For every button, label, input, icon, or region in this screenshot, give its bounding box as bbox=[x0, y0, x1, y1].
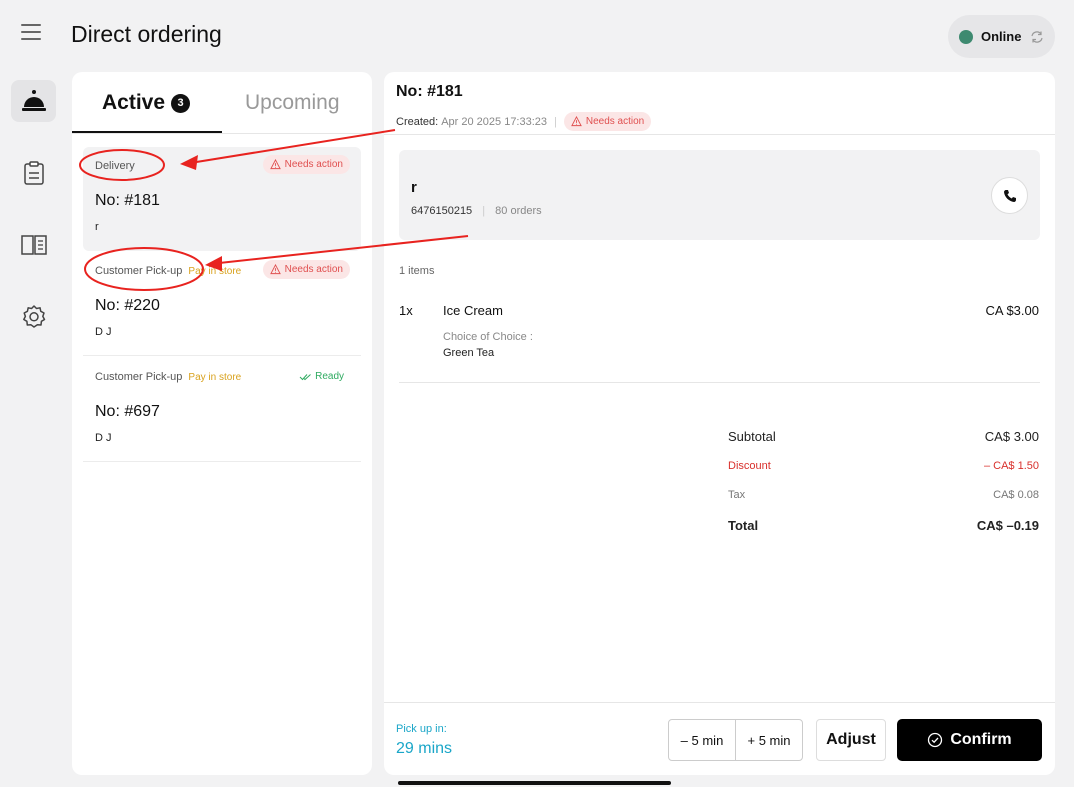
item-count: 1 items bbox=[399, 265, 435, 277]
pickup-time-stepper: – 5 min + 5 min bbox=[668, 719, 803, 761]
order-detail-panel: No: #181 Created: Apr 20 2025 17:33:23 |… bbox=[384, 72, 1055, 775]
gear-icon bbox=[22, 305, 45, 328]
call-customer-button[interactable] bbox=[991, 177, 1028, 214]
status-label: Online bbox=[981, 29, 1022, 44]
ready-badge: Ready bbox=[299, 371, 344, 382]
order-type-label: Customer Pick-up bbox=[95, 265, 183, 277]
divider bbox=[384, 134, 1055, 135]
order-tabs: Active 3 Upcoming bbox=[72, 72, 372, 134]
tab-active-label: Active bbox=[102, 91, 166, 114]
menu-book-icon bbox=[20, 235, 47, 255]
pickup-label: Pick up in: bbox=[396, 723, 447, 735]
pickup-time: 29 mins bbox=[396, 740, 453, 757]
order-type: Customer Pick-up Pay in store bbox=[95, 371, 241, 383]
bell-icon bbox=[21, 90, 46, 111]
nav-reports[interactable] bbox=[11, 152, 56, 194]
order-customer: D J bbox=[95, 432, 112, 444]
discount-label: Discount bbox=[728, 460, 771, 472]
order-number: No: #220 bbox=[95, 297, 160, 314]
order-type-label: Delivery bbox=[95, 160, 135, 172]
item-price: CA $3.00 bbox=[985, 303, 1040, 318]
order-list-panel: Active 3 Upcoming Delivery Needs action … bbox=[72, 72, 372, 775]
customer-meta: 6476150215 | 80 orders bbox=[411, 205, 542, 217]
order-customer: r bbox=[95, 221, 99, 233]
nav-settings[interactable] bbox=[11, 296, 56, 338]
needs-action-badge: Needs action bbox=[563, 112, 652, 131]
warning-icon bbox=[269, 159, 281, 170]
payment-label: Pay in store bbox=[188, 266, 242, 277]
tab-upcoming[interactable]: Upcoming bbox=[245, 91, 340, 115]
tab-underline bbox=[72, 131, 222, 133]
warning-icon bbox=[269, 264, 281, 275]
tax-label: Tax bbox=[728, 489, 746, 501]
order-type: Customer Pick-up Pay in store bbox=[95, 265, 241, 277]
minus-5-min-button[interactable]: – 5 min bbox=[669, 720, 735, 760]
double-check-icon bbox=[299, 373, 311, 380]
hamburger-menu-icon[interactable] bbox=[21, 24, 41, 40]
separator: | bbox=[482, 205, 486, 217]
customer-order-count: 80 orders bbox=[495, 205, 542, 217]
home-indicator bbox=[398, 781, 671, 785]
online-status-toggle[interactable]: Online bbox=[948, 15, 1055, 58]
plus-5-min-button[interactable]: + 5 min bbox=[735, 720, 802, 760]
order-number: No: #181 bbox=[95, 192, 160, 209]
side-nav bbox=[11, 80, 56, 368]
adjust-button[interactable]: Adjust bbox=[816, 719, 886, 761]
subtotal-value: CA$ 3.00 bbox=[984, 429, 1039, 444]
confirm-button[interactable]: Confirm bbox=[897, 719, 1042, 761]
nav-menu[interactable] bbox=[11, 224, 56, 266]
total-label: Total bbox=[728, 518, 759, 533]
created-value: Apr 20 2025 17:33:23 bbox=[441, 115, 548, 128]
separator: | bbox=[554, 115, 557, 128]
total-value: CA$ –0.19 bbox=[976, 518, 1039, 533]
confirm-label: Confirm bbox=[950, 731, 1012, 748]
order-type: Delivery bbox=[95, 160, 135, 172]
order-customer: D J bbox=[95, 326, 112, 338]
action-bar: Pick up in: 29 mins – 5 min + 5 min Adju… bbox=[384, 702, 1055, 775]
item-quantity: 1x bbox=[399, 303, 413, 318]
active-count-badge: 3 bbox=[171, 93, 191, 113]
nav-orders[interactable] bbox=[11, 80, 56, 122]
item-option-value: Green Tea bbox=[443, 347, 495, 359]
item-option-label: Choice of Choice : bbox=[443, 331, 533, 343]
customer-name: r bbox=[411, 179, 417, 196]
status-dot bbox=[959, 29, 973, 44]
order-card[interactable]: Delivery Needs action No: #181 r bbox=[83, 147, 361, 251]
detail-order-number: No: #181 bbox=[396, 83, 463, 100]
needs-action-badge: Needs action bbox=[262, 155, 350, 174]
refresh-icon bbox=[1031, 30, 1044, 43]
tab-active[interactable]: Active 3 bbox=[102, 91, 191, 115]
clipboard-icon bbox=[23, 161, 44, 185]
item-name: Ice Cream bbox=[443, 303, 503, 318]
page-title: Direct ordering bbox=[71, 21, 222, 47]
order-number: No: #697 bbox=[95, 403, 160, 420]
order-card[interactable]: Customer Pick-up Pay in store Ready No: #… bbox=[83, 358, 361, 462]
warning-icon bbox=[571, 116, 582, 127]
customer-card: r 6476150215 | 80 orders bbox=[399, 150, 1040, 240]
order-card[interactable]: Customer Pick-up Pay in store Needs actio… bbox=[83, 252, 361, 356]
detail-created: Created: Apr 20 2025 17:33:23 | Needs ac… bbox=[396, 112, 652, 131]
discount-value: – CA$ 1.50 bbox=[983, 460, 1039, 472]
payment-label: Pay in store bbox=[188, 372, 242, 383]
subtotal-label: Subtotal bbox=[728, 429, 776, 444]
needs-action-badge: Needs action bbox=[262, 260, 350, 279]
order-type-label: Customer Pick-up bbox=[95, 371, 183, 383]
phone-icon bbox=[1003, 189, 1016, 202]
tax-value: CA$ 0.08 bbox=[993, 489, 1039, 501]
divider bbox=[399, 382, 1040, 383]
customer-phone: 6476150215 bbox=[411, 205, 473, 217]
created-label: Created: bbox=[396, 115, 439, 128]
check-circle-icon bbox=[928, 732, 943, 748]
